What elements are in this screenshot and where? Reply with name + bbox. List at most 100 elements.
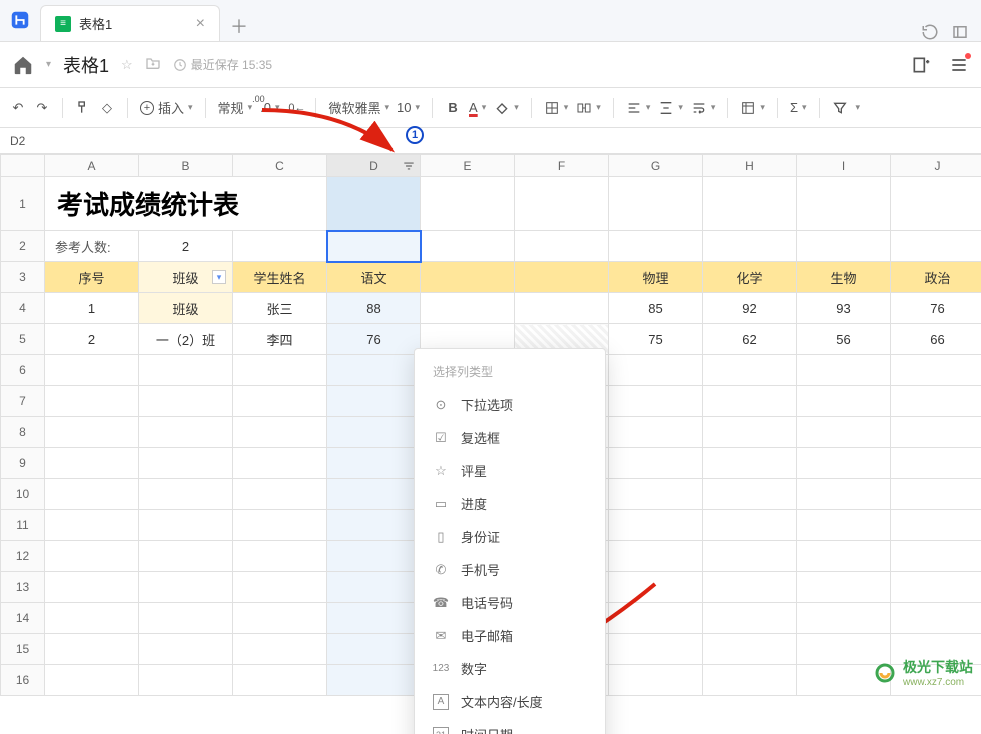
toolbar: ↶ ↷ ◇ +插入▾ 常规▾ .0.00▾ .0← 微软雅黑▾ 10▾ B A▾… [0, 88, 981, 128]
undo-icon[interactable]: ↶ [10, 100, 26, 116]
hdr-politics[interactable]: 政治 [891, 262, 981, 293]
hdr-chemistry[interactable]: 化学 [703, 262, 797, 293]
sheet-doc-icon: ≡ [55, 16, 71, 32]
valign-icon[interactable]: ▾ [658, 100, 683, 116]
filter-icon[interactable] [832, 100, 848, 116]
row-header[interactable]: 1 [1, 177, 45, 231]
class-filter-icon[interactable]: ▾ [212, 270, 226, 284]
format-painter-icon[interactable] [75, 100, 91, 116]
star-icon[interactable]: ☆ [121, 57, 133, 73]
text-icon: A [433, 694, 449, 710]
row-1: 1 考试成绩统计表 [1, 177, 981, 231]
formula-icon[interactable]: Σ▾ [790, 100, 807, 115]
decimal-dropdown[interactable]: .0.00▾ [260, 100, 279, 115]
select-all-corner[interactable] [1, 155, 45, 177]
clear-format-icon[interactable]: ◇ [99, 100, 115, 116]
menu-item-progress[interactable]: ▭进度 [415, 487, 605, 520]
cell-reference[interactable]: D2 [0, 134, 60, 148]
row-3: 3 序号 班级▾ 学生姓名 语文 物理 化学 生物 政治 [1, 262, 981, 293]
menu-item-date[interactable]: 31时间日期 [415, 718, 605, 734]
font-family-dropdown[interactable]: 微软雅黑▾ [328, 98, 389, 117]
column-filter-icon[interactable] [402, 159, 416, 173]
tab-title: 表格1 [79, 14, 188, 33]
borders-icon[interactable]: ▾ [544, 100, 569, 116]
col-header-h[interactable]: H [703, 155, 797, 177]
sidebar-toggle-icon[interactable] [951, 23, 969, 41]
cell-d1[interactable] [327, 177, 421, 231]
column-header-row: A B C D E F G H I J [1, 155, 981, 177]
cell-reference-bar: D2 [0, 128, 981, 154]
row-header[interactable]: 4 [1, 293, 45, 324]
font-color-icon[interactable]: A▾ [469, 100, 486, 115]
merge-cells-icon[interactable]: ▾ [576, 100, 601, 116]
document-tab[interactable]: ≡ 表格1 × [40, 5, 220, 41]
menu-item-text[interactable]: A文本内容/长度 [415, 685, 605, 718]
hdr-chinese[interactable]: 语文 [327, 262, 421, 293]
hdr-class[interactable]: 班级▾ [139, 262, 233, 293]
col-header-c[interactable]: C [233, 155, 327, 177]
menu-item-checkbox[interactable]: ☑复选框 [415, 421, 605, 454]
attend-value-cell[interactable]: 2 [139, 231, 233, 262]
col-header-f[interactable]: F [515, 155, 609, 177]
menu-icon[interactable] [949, 55, 969, 75]
menu-item-dropdown[interactable]: ⊙下拉选项 [415, 388, 605, 421]
decrease-decimal-icon[interactable]: .0← [287, 100, 303, 116]
menu-item-email[interactable]: ✉电子邮箱 [415, 619, 605, 652]
row-header[interactable]: 3 [1, 262, 45, 293]
col-header-g[interactable]: G [609, 155, 703, 177]
watermark: 极光下载站 www.xz7.com [873, 657, 973, 688]
row-header[interactable]: 2 [1, 231, 45, 262]
row-4: 4 1 班级 张三 88 85 92 93 76 [1, 293, 981, 324]
hdr-biology[interactable]: 生物 [797, 262, 891, 293]
freeze-icon[interactable]: ▾ [740, 100, 765, 116]
column-type-menu: 选择列类型 ⊙下拉选项 ☑复选框 ☆评星 ▭进度 ▯身份证 ✆手机号 ☎电话号码… [414, 348, 606, 734]
add-chart-icon[interactable] [911, 55, 931, 75]
hdr-name[interactable]: 学生姓名 [233, 262, 327, 293]
col-header-j[interactable]: J [891, 155, 981, 177]
close-tab-icon[interactable]: × [196, 15, 205, 33]
col-header-e[interactable]: E [421, 155, 515, 177]
col-header-b[interactable]: B [139, 155, 233, 177]
insert-dropdown[interactable]: +插入▾ [140, 98, 193, 117]
move-to-folder-icon[interactable] [145, 55, 161, 74]
hdr-seq[interactable]: 序号 [45, 262, 139, 293]
cell-d2-selected[interactable] [327, 231, 421, 262]
col-header-d[interactable]: D [327, 155, 421, 177]
row-header[interactable]: 5 [1, 324, 45, 355]
redo-icon[interactable]: ↷ [34, 100, 50, 116]
wrap-text-icon[interactable]: ▾ [691, 100, 716, 116]
fill-color-icon[interactable]: ▾ [494, 100, 519, 116]
calendar-icon: 31 [433, 727, 449, 734]
idcard-icon: ▯ [433, 529, 449, 545]
menu-item-rating[interactable]: ☆评星 [415, 454, 605, 487]
checkbox-icon: ☑ [433, 430, 449, 446]
title-bar: ▾ 表格1 ☆ 最近保存 15:35 [0, 42, 981, 88]
dropdown-icon: ⊙ [433, 397, 449, 413]
email-icon: ✉ [433, 628, 449, 644]
halign-icon[interactable]: ▾ [626, 100, 651, 116]
telephone-icon: ☎ [433, 595, 449, 611]
progress-icon: ▭ [433, 496, 449, 512]
menu-item-number[interactable]: 123数字 [415, 652, 605, 685]
new-tab-button[interactable]: ＋ [224, 11, 254, 41]
col-header-a[interactable]: A [45, 155, 139, 177]
hdr-physics[interactable]: 物理 [609, 262, 703, 293]
font-size-dropdown[interactable]: 10▾ [397, 100, 420, 115]
menu-item-mobile[interactable]: ✆手机号 [415, 553, 605, 586]
menu-item-idcard[interactable]: ▯身份证 [415, 520, 605, 553]
number-format-dropdown[interactable]: 常规▾ [218, 98, 253, 117]
row-2: 2 参考人数: 2 [1, 231, 981, 262]
document-title[interactable]: 表格1 [63, 52, 109, 78]
home-icon[interactable] [12, 54, 34, 76]
filter-dropdown[interactable]: ▾ [856, 102, 861, 113]
watermark-logo-icon [873, 661, 897, 685]
tab-strip: ≡ 表格1 × ＋ [0, 0, 981, 42]
menu-item-telephone[interactable]: ☎电话号码 [415, 586, 605, 619]
bold-icon[interactable]: B [445, 100, 461, 116]
sheet-title-cell[interactable]: 考试成绩统计表 [45, 177, 327, 231]
col-header-i[interactable]: I [797, 155, 891, 177]
menu-section-label: 选择列类型 [415, 359, 605, 388]
attend-label-cell[interactable]: 参考人数: [45, 231, 139, 262]
refresh-icon[interactable] [921, 23, 939, 41]
chevron-down-icon[interactable]: ▾ [46, 59, 51, 70]
